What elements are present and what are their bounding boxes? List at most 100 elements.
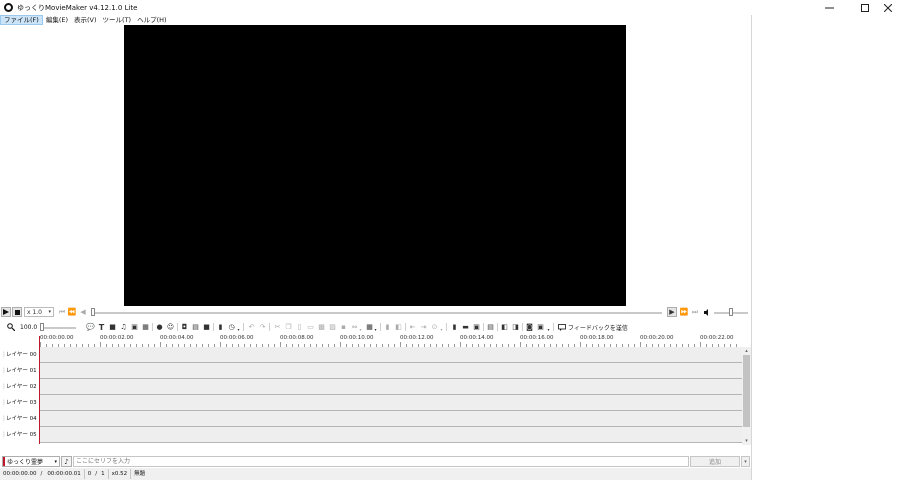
play-icon bbox=[3, 309, 9, 315]
feedback-icon[interactable] bbox=[557, 322, 566, 332]
clock-icon[interactable]: ◷ bbox=[227, 322, 236, 332]
maximize-icon[interactable] bbox=[853, 0, 877, 15]
snapshot-icon[interactable]: ▣ bbox=[536, 322, 545, 332]
open-folder-icon[interactable]: ▬ bbox=[461, 322, 470, 332]
scroll-down-icon[interactable]: ▾ bbox=[742, 437, 751, 445]
move-left-icon[interactable]: ⇤ bbox=[408, 322, 417, 332]
layer-label[interactable]: レイヤー 01 bbox=[0, 363, 40, 379]
step-back-icon[interactable]: ⏪ bbox=[67, 307, 77, 317]
chevron-down-icon[interactable]: ▾ bbox=[358, 326, 363, 332]
face-icon[interactable]: ☺ bbox=[166, 322, 175, 332]
camera-icon[interactable]: ◙ bbox=[525, 322, 534, 332]
playback-bar: x 1.0 ▾ ⏮ ⏪ ◀ ▶ ⏩ ⏭ bbox=[0, 306, 751, 318]
character-color-marker bbox=[3, 457, 5, 466]
menu-view[interactable]: 表示(V) bbox=[71, 15, 100, 25]
seek-thumb[interactable] bbox=[91, 308, 95, 316]
layer-track[interactable] bbox=[40, 363, 742, 378]
menu-tools[interactable]: ツール(T) bbox=[100, 15, 135, 25]
image-icon[interactable]: ▣ bbox=[130, 322, 139, 332]
frame-back-icon[interactable]: ◀ bbox=[78, 307, 88, 317]
dialogue-input[interactable] bbox=[73, 456, 689, 467]
layer-row: レイヤー 00 bbox=[0, 347, 742, 363]
ruler-tick-label: 00:00:02.00 bbox=[100, 335, 134, 341]
chevron-down-icon[interactable]: ▾ bbox=[373, 326, 378, 332]
clipboard-icon[interactable]: ▮ bbox=[216, 322, 225, 332]
add-options-icon[interactable]: ▾ bbox=[741, 456, 750, 467]
layer-label[interactable]: レイヤー 00 bbox=[0, 347, 40, 363]
copy-icon[interactable]: ❐ bbox=[284, 322, 293, 332]
skip-start-icon[interactable]: ⏮ bbox=[57, 307, 67, 317]
menu-help[interactable]: ヘルプ(H) bbox=[134, 15, 169, 25]
delete-icon[interactable]: ▭ bbox=[306, 322, 315, 332]
play-button[interactable] bbox=[1, 307, 11, 317]
add-button[interactable]: 追加 bbox=[690, 456, 740, 467]
layer-label[interactable]: レイヤー 04 bbox=[0, 411, 40, 427]
scrollbar-thumb[interactable] bbox=[743, 355, 750, 427]
new-file-icon[interactable]: ▮ bbox=[450, 322, 459, 332]
fit-icon[interactable]: ⊙ bbox=[430, 322, 439, 332]
menu-edit[interactable]: 編集(E) bbox=[43, 15, 71, 25]
cut-icon[interactable]: ✂ bbox=[273, 322, 282, 332]
chevron-down-icon[interactable]: ▾ bbox=[617, 326, 622, 332]
frame-forward-icon[interactable]: ▶ bbox=[667, 307, 677, 317]
lock-icon[interactable]: ▪ bbox=[339, 322, 348, 332]
move-right-icon[interactable]: ⇥ bbox=[419, 322, 428, 332]
video-icon[interactable]: ■ bbox=[108, 322, 117, 332]
ruler-tick-label: 00:00:10.00 bbox=[340, 335, 374, 341]
text-icon[interactable]: T bbox=[97, 322, 106, 332]
layer-track[interactable] bbox=[40, 379, 742, 394]
chevron-down-icon[interactable]: ▾ bbox=[236, 326, 241, 332]
character-select[interactable]: ゆっくり霊夢 ▾ bbox=[2, 456, 60, 467]
character-icon[interactable]: ● bbox=[155, 322, 164, 332]
undo-icon[interactable]: ↶ bbox=[247, 322, 256, 332]
minimize-icon[interactable] bbox=[817, 0, 841, 15]
separator bbox=[243, 323, 244, 331]
layer-track[interactable] bbox=[40, 427, 742, 442]
close-icon[interactable] bbox=[876, 0, 900, 15]
volume-thumb[interactable] bbox=[729, 308, 733, 316]
ruler-tick-label: 00:00:12.00 bbox=[400, 335, 434, 341]
save-icon[interactable]: ▣ bbox=[472, 322, 481, 332]
chevron-down-icon[interactable]: ▾ bbox=[439, 326, 444, 332]
seek-bar[interactable] bbox=[92, 312, 662, 314]
zoom-slider[interactable] bbox=[40, 327, 76, 329]
ruler-tick-label: 00:00:00.00 bbox=[40, 335, 74, 341]
speed-select[interactable]: x 1.0 ▾ bbox=[24, 307, 54, 317]
stop-button[interactable] bbox=[12, 307, 22, 317]
ungroup-icon[interactable]: ▨ bbox=[328, 322, 337, 332]
frame-icon[interactable]: ▤ bbox=[191, 322, 200, 332]
layer-label[interactable]: レイヤー 02 bbox=[0, 379, 40, 395]
export-icon[interactable]: ◧ bbox=[500, 322, 509, 332]
playhead[interactable] bbox=[39, 336, 40, 444]
chevron-down-icon[interactable]: ▾ bbox=[546, 326, 551, 332]
settings-icon[interactable]: ▤ bbox=[486, 322, 495, 332]
shape-icon[interactable]: ▦ bbox=[141, 322, 150, 332]
volume-icon[interactable] bbox=[702, 307, 712, 317]
speech-bubble-icon[interactable]: 💬 bbox=[86, 322, 95, 332]
character-name: ゆっくり霊夢 bbox=[7, 459, 44, 466]
group-items-icon[interactable]: ▩ bbox=[317, 322, 326, 332]
skip-end-icon[interactable]: ⏭ bbox=[690, 307, 700, 317]
split-icon[interactable]: ▮ bbox=[383, 322, 392, 332]
layer-track[interactable] bbox=[40, 347, 742, 362]
voice-settings-icon[interactable]: ♪ bbox=[61, 456, 72, 467]
time-ruler[interactable]: 00:00:00.00 00:00:02.00 00:00:04.00 00:00:0… bbox=[40, 334, 742, 348]
video-preview[interactable] bbox=[124, 25, 626, 306]
layer-track[interactable] bbox=[40, 411, 742, 426]
effect-icon[interactable]: ◘ bbox=[180, 322, 189, 332]
music-icon[interactable]: ♫ bbox=[119, 322, 128, 332]
group-icon[interactable]: ■ bbox=[202, 322, 211, 332]
ruler-tick-label: 00:00:06.00 bbox=[220, 335, 254, 341]
menu-file[interactable]: ファイル(F) bbox=[0, 15, 43, 25]
render-icon[interactable]: ◨ bbox=[511, 322, 520, 332]
step-forward-icon[interactable]: ⏩ bbox=[679, 307, 689, 317]
current-time: 00:00:00.00 bbox=[3, 471, 37, 477]
paste-icon[interactable]: ▯ bbox=[295, 322, 304, 332]
redo-icon[interactable]: ↷ bbox=[258, 322, 267, 332]
trim-icon[interactable]: ◧ bbox=[394, 322, 403, 332]
layer-label[interactable]: レイヤー 05 bbox=[0, 427, 40, 443]
layer-track[interactable] bbox=[40, 395, 742, 410]
zoom-thumb[interactable] bbox=[40, 323, 44, 331]
layer-label[interactable]: レイヤー 03 bbox=[0, 395, 40, 411]
scroll-up-icon[interactable]: ▴ bbox=[742, 347, 751, 354]
